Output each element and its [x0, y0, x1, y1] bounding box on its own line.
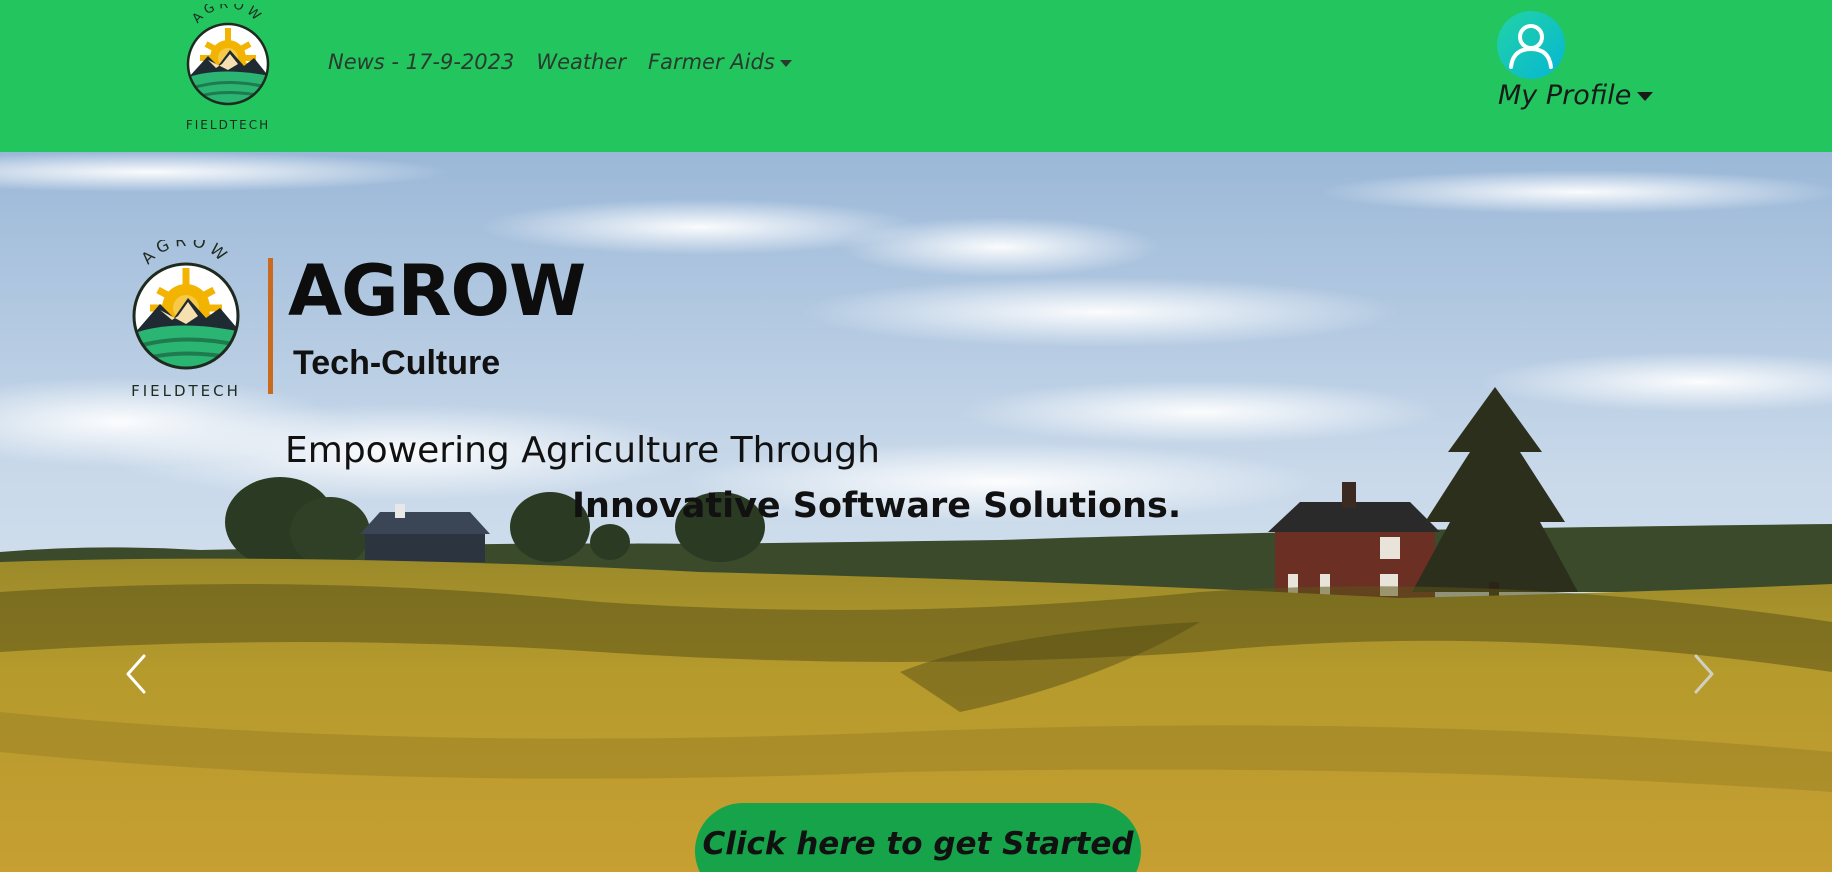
- carousel-next-chevron-right-icon[interactable]: [1682, 652, 1722, 696]
- hero-carousel: AGROW FIELDTECH AGROW Tech-Culture Empow…: [0, 152, 1832, 872]
- nav-link-news[interactable]: News - 17-9-2023: [328, 50, 514, 74]
- nav-link-weather[interactable]: Weather: [536, 50, 626, 74]
- brand-logo[interactable]: AGROW FIELDTECH: [178, 4, 278, 132]
- hero-divider: [268, 258, 273, 394]
- nav-links: News - 17-9-2023 Weather Farmer Aids: [328, 50, 814, 74]
- svg-text:FIELDTECH: FIELDTECH: [131, 382, 241, 400]
- caret-down-icon: [1637, 92, 1654, 101]
- top-navbar: AGROW FIELDTECH News - 17-9-2023 Weather…: [0, 0, 1832, 152]
- hero-title: AGROW: [288, 250, 586, 332]
- nav-link-farmer-aids-label: Farmer Aids: [648, 50, 775, 74]
- nav-link-farmer-aids[interactable]: Farmer Aids: [648, 50, 792, 74]
- get-started-label: Click here to get Started: [702, 826, 1134, 862]
- hero-subtitle: Tech-Culture: [293, 344, 501, 382]
- get-started-button[interactable]: Click here to get Started: [695, 803, 1141, 872]
- user-avatar-icon[interactable]: [1497, 11, 1565, 79]
- page: AGROW FIELDTECH News - 17-9-2023 Weather…: [0, 0, 1832, 872]
- carousel-prev-chevron-left-icon[interactable]: [118, 652, 158, 696]
- caret-down-icon: [779, 59, 792, 67]
- svg-text:FIELDTECH: FIELDTECH: [186, 118, 270, 132]
- hero-tagline-line1: Empowering Agriculture Through: [285, 430, 880, 471]
- my-profile-menu[interactable]: My Profile: [1498, 80, 1654, 111]
- my-profile-label: My Profile: [1498, 80, 1632, 111]
- hero-tagline-line2: Innovative Software Solutions.: [572, 486, 1182, 526]
- hero-brand-logo: AGROW FIELDTECH: [131, 240, 241, 400]
